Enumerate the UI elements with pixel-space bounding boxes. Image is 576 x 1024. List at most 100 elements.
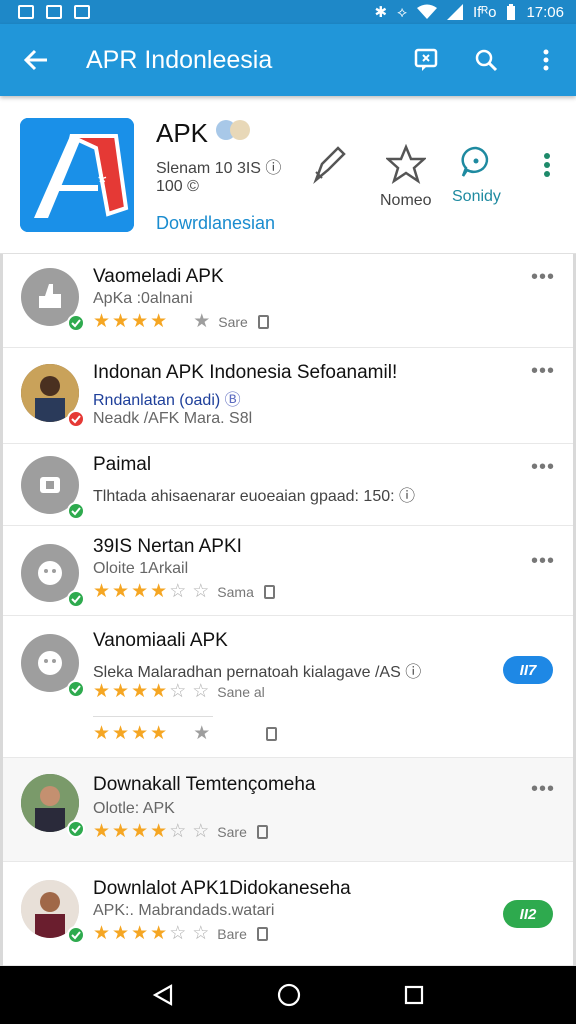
row-subtitle: Sleka Malaradhan pernatoah kialagave /AS… <box>93 664 422 681</box>
avatar <box>21 364 85 428</box>
support-action[interactable]: Sonidy <box>452 144 501 206</box>
list-item[interactable]: Indonan APK Indonesia Sefoanamil! Rndanl… <box>3 348 573 444</box>
row-subtitle: Tlhtada ahisaenarar euoeaian gpaad: 150:… <box>93 488 416 505</box>
row-subtitle: Olotle: APK <box>93 800 175 817</box>
photo-notification-icon <box>74 5 90 19</box>
signal-text: Ifᴿo <box>473 3 497 21</box>
home-nav-icon[interactable] <box>276 982 302 1008</box>
share-star-icon[interactable]: ☆ <box>192 682 209 701</box>
avatar <box>21 880 85 944</box>
favorite-action-label: Nomeo <box>380 192 432 209</box>
row-title: Vanomiaali APK <box>93 630 228 651</box>
row-title: Downlalot APK1Didokaneseha <box>93 878 351 899</box>
app-downloads-info: 100 © <box>156 178 199 195</box>
document-icon[interactable] <box>263 584 275 599</box>
chat-bubble-icon <box>461 146 489 177</box>
back-nav-icon[interactable] <box>151 983 175 1007</box>
list-item[interactable]: Downakall Temtençomeha Olotle: APK ★ ★ ★ ★ ☆… <box>3 758 573 862</box>
list-item[interactable]: 39IS Nertan APKI Oloite 1Arkail ★ ★ ★ ★ ☆ ☆ … <box>3 526 573 616</box>
document-icon[interactable] <box>257 314 269 329</box>
verified-check-icon <box>67 410 85 428</box>
avatar <box>21 634 85 698</box>
row-title: Downakall Temtençomeha <box>93 774 316 795</box>
feedback-button[interactable] <box>396 24 456 96</box>
overflow-menu-button[interactable] <box>516 24 576 96</box>
share-star-icon[interactable]: ☆ <box>192 924 209 943</box>
share-label[interactable]: Sare <box>217 824 247 840</box>
rating-stars: ★ ★ ★ ★ ☆ ☆ Bare <box>93 924 268 943</box>
list-item[interactable]: Vanomiaali APK Sleka Malaradhan pernatoa… <box>3 616 573 758</box>
search-button[interactable] <box>456 24 516 96</box>
image-notification-icon <box>46 5 62 19</box>
row-subtitle: Rndanlatan (oadi) Ⓑ <box>93 392 241 409</box>
verified-check-icon <box>67 820 85 838</box>
review-list: Vaomeladi APK ApKa :0alnani ★ ★ ★ ★ ★ Sare … <box>0 254 576 966</box>
row-title: Vaomeladi APK <box>93 266 224 287</box>
more-horiz-icon[interactable]: ••• <box>531 266 555 289</box>
row-title: Paimal <box>93 454 152 475</box>
row-title: Indonan APK Indonesia Sefoanamil! <box>93 362 398 383</box>
page-title: APR Indonleesia <box>86 45 273 74</box>
verified-check-icon <box>67 314 85 332</box>
more-horiz-icon[interactable]: ••• <box>531 456 555 479</box>
battery-icon <box>507 4 516 20</box>
share-label[interactable]: Sare <box>218 314 248 330</box>
notification-icon <box>18 5 34 19</box>
rating-stars: ★ ★ ★ ★ ☆ ☆ Sare <box>93 822 268 841</box>
rocket-icon <box>313 146 346 184</box>
info-icon: ⓘ <box>399 488 416 505</box>
app-more-icon[interactable] <box>544 152 550 178</box>
list-item[interactable]: Paimal Tlhtada ahisaenarar euoeaian gpaa… <box>3 444 573 526</box>
share-star-icon[interactable]: ★ <box>193 312 210 331</box>
avatar <box>21 774 85 838</box>
share-label[interactable]: Sane al <box>217 684 264 700</box>
search-icon <box>475 49 498 72</box>
rating-stars: ★ ★ ★ ★ ★ <box>93 724 278 743</box>
version-badge[interactable]: II7 <box>503 656 553 684</box>
info-icon: ⓘ <box>265 160 282 177</box>
signal-icon <box>447 4 463 20</box>
favorite-action[interactable]: Nomeo <box>380 144 432 210</box>
more-horiz-icon[interactable]: ••• <box>531 778 555 801</box>
version-badge[interactable]: II2 <box>503 900 553 928</box>
divider <box>93 716 213 717</box>
share-star-icon[interactable]: ☆ <box>192 822 209 841</box>
status-bar: ✱ ⟡ Ifᴿo 17:06 <box>0 0 576 24</box>
recents-nav-icon[interactable] <box>403 984 425 1006</box>
share-star-icon[interactable]: ★ <box>193 724 210 743</box>
list-item[interactable]: Downlalot APK1Didokaneseha APK:. Mabrand… <box>3 862 573 966</box>
avatar <box>21 268 85 332</box>
avatar <box>21 544 85 608</box>
document-icon[interactable] <box>256 824 268 839</box>
verified-check-icon <box>67 590 85 608</box>
info-icon: ⓘ <box>405 664 422 681</box>
back-button[interactable] <box>0 24 72 96</box>
share-label[interactable]: Bare <box>217 926 247 942</box>
verified-check-icon <box>67 680 85 698</box>
developer-link[interactable]: Dowrdlanesian <box>156 213 275 234</box>
copyright-icon: © <box>187 178 199 195</box>
verified-check-icon <box>67 926 85 944</box>
rating-stars: ★ ★ ★ ★ ★ Sare <box>93 312 269 331</box>
document-icon[interactable] <box>256 926 268 941</box>
bluetooth-icon: ✱ <box>374 4 388 21</box>
share-action[interactable] <box>308 144 348 192</box>
document-icon[interactable] <box>266 726 278 741</box>
support-action-label: Sonidy <box>452 188 501 205</box>
rating-stars: ★ ★ ★ ★ ☆ ☆ Sane al <box>93 681 265 702</box>
app-size-info: Slenam 10 3IS ⓘ <box>156 160 282 177</box>
list-item[interactable]: Vaomeladi APK ApKa :0alnani ★ ★ ★ ★ ★ Sare … <box>3 254 573 348</box>
emoji-badge-icon <box>216 120 250 140</box>
more-horiz-icon[interactable]: ••• <box>531 550 555 573</box>
row-subtitle: APK:. Mabrandads.watari <box>93 902 275 919</box>
share-label[interactable]: Sama <box>217 584 254 600</box>
share-star-icon[interactable]: ☆ <box>192 582 209 601</box>
more-horiz-icon[interactable]: ••• <box>531 360 555 383</box>
row-subtitle: ApKa :0alnani <box>93 290 193 307</box>
verified-badge-icon: Ⓑ <box>224 392 241 409</box>
row-title: 39IS Nertan APKI <box>93 536 242 557</box>
feedback-icon <box>414 48 438 71</box>
row-subtitle-2: Neadk /AFK Mara. S8l <box>93 410 253 427</box>
app-name: APK <box>156 118 209 148</box>
rating-stars: ★ ★ ★ ★ ☆ ☆ Sama <box>93 582 275 601</box>
